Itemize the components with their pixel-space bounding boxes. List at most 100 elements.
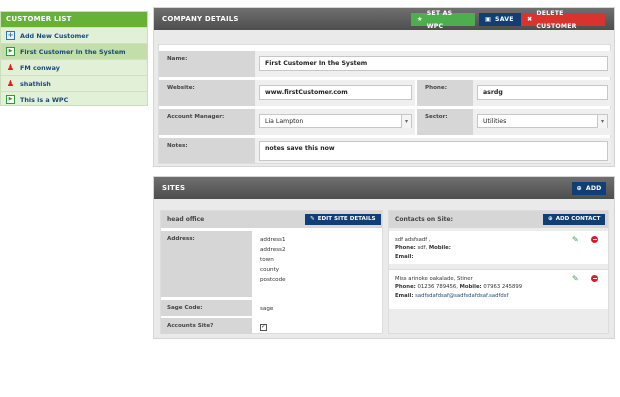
button-label: EDIT SITE DETAILS	[317, 216, 376, 222]
phone-label: Phone:	[395, 245, 416, 252]
button-label: ADD CONTACT	[555, 216, 601, 222]
accounts-site-value: ✓	[257, 318, 382, 334]
close-icon: ✖	[527, 16, 533, 23]
contact-phone-line: Phone: 01236 789456, Mobile: 07963 24589…	[395, 283, 608, 291]
edit-site-details-button[interactable]: ✎ EDIT SITE DETAILS	[305, 214, 381, 225]
mobile-label: Mobile:	[459, 284, 482, 291]
edit-contact-icon[interactable]: ✎	[572, 275, 580, 283]
contact-email-line: Email: sadfsdafdsaf@sadfsdafdsaf.sadfdsf	[395, 292, 608, 300]
site-name: head office	[167, 216, 205, 223]
add-icon: +	[6, 31, 15, 40]
sites-header: SITES ⊕ ADD	[154, 177, 614, 199]
contact-email[interactable]: sadfsdafdsaf@sadfsdafdsaf.sadfdsf	[415, 293, 508, 299]
floppy-icon: ▣	[485, 16, 492, 23]
sidebar-item-fm-conway[interactable]: ♟ FM conway	[1, 59, 147, 75]
contact-item: sdf adsfsadf , Phone: sdf, Mobile: Email…	[389, 231, 608, 264]
sage-code-value: sage	[260, 306, 274, 312]
edit-icon: ✎	[310, 216, 315, 222]
address-value: address1 address2 town county postcode	[257, 231, 382, 297]
plus-circle-icon: ⊕	[548, 216, 553, 222]
contact-email-line: Email:	[395, 253, 608, 261]
phone-label: Phone:	[395, 284, 416, 291]
sidebar-item-add-new-customer[interactable]: + Add New Customer	[1, 27, 147, 43]
sidebar-item-label: FM conway	[20, 63, 60, 72]
box-icon: ▶	[6, 95, 15, 104]
accounts-site-label: Accounts Site?	[161, 318, 252, 334]
panel-title: COMPANY DETAILS	[162, 15, 239, 23]
notes-field[interactable]: notes save this now	[259, 141, 608, 161]
contacts-card: Contacts on Site: ⊕ ADD CONTACT sdf adsf…	[388, 210, 609, 334]
sidebar-item-first-customer[interactable]: ▶ First Customer In the System	[1, 43, 147, 59]
app-root: CUSTOMER LIST + Add New Customer ▶ First…	[0, 0, 620, 397]
company-form: Name: First Customer In the System Websi…	[158, 44, 611, 164]
customer-list-title: CUSTOMER LIST	[1, 12, 147, 27]
chevron-down-icon: ▾	[597, 115, 607, 128]
address-line: postcode	[260, 277, 286, 283]
address-line: county	[260, 267, 280, 273]
contact-phone-line: Phone: sdf, Mobile:	[395, 244, 608, 252]
star-icon: ★	[417, 16, 423, 23]
select-value: Lia Lampton	[265, 118, 304, 125]
add-contact-button[interactable]: ⊕ ADD CONTACT	[543, 214, 606, 225]
sidebar-item-label: shathish	[20, 79, 51, 88]
contact-mobile: 07963 245899	[483, 284, 523, 291]
box-icon: ▶	[6, 47, 15, 56]
account-manager-label: Account Manager:	[159, 109, 255, 135]
save-button[interactable]: ▣ SAVE	[479, 13, 521, 26]
set-as-wpc-button[interactable]: ★ SET AS WPC	[411, 10, 475, 30]
sector-select[interactable]: Utilities ▾	[477, 114, 608, 128]
person-icon: ♟	[6, 78, 15, 88]
sidebar-item-label: This is a WPC	[20, 95, 69, 104]
sidebar-item-label: Add New Customer	[20, 31, 89, 40]
account-manager-select[interactable]: Lia Lampton ▾	[259, 114, 412, 128]
address-line: town	[260, 257, 274, 263]
sage-code-row: Sage Code: sage	[161, 300, 382, 316]
select-value: Utilities	[483, 118, 507, 125]
contact-phone: 01236 789456,	[417, 284, 458, 291]
add-site-button[interactable]: ⊕ ADD	[572, 182, 606, 195]
website-label: Website:	[159, 80, 255, 106]
site-card-header: head office ✎ EDIT SITE DETAILS	[161, 211, 382, 228]
sage-code-label: Sage Code:	[161, 300, 252, 316]
address-row: Address: address1 address2 town county p…	[161, 231, 382, 297]
address-line: address2	[260, 247, 286, 253]
button-label: SAVE	[495, 16, 514, 23]
company-details-panel: COMPANY DETAILS ★ SET AS WPC ▣ SAVE ✖ DE…	[153, 7, 615, 167]
delete-customer-button[interactable]: ✖ DELETE CUSTOMER	[521, 10, 605, 30]
customer-list-sidebar: CUSTOMER LIST + Add New Customer ▶ First…	[0, 11, 148, 106]
edit-contact-icon[interactable]: ✎	[572, 236, 580, 244]
site-card: head office ✎ EDIT SITE DETAILS Address:…	[160, 210, 383, 334]
contacts-header: Contacts on Site: ⊕ ADD CONTACT	[389, 211, 608, 228]
email-label: Email:	[395, 253, 414, 260]
contact-item: Miss arinoke oakalade, Stiner Phone: 012…	[389, 269, 608, 309]
accounts-site-checkbox[interactable]: ✓	[260, 323, 267, 331]
button-label: DELETE CUSTOMER	[536, 9, 577, 30]
email-label: Email:	[395, 292, 414, 299]
phone-label: Phone:	[417, 80, 473, 106]
plus-circle-icon: ⊕	[576, 185, 582, 192]
company-details-header: COMPANY DETAILS ★ SET AS WPC ▣ SAVE ✖ DE…	[154, 8, 614, 30]
person-icon: ♟	[6, 62, 15, 72]
contact-phone: sdf,	[417, 245, 428, 252]
website-field[interactable]: www.firstCustomer.com	[259, 85, 412, 100]
sector-label: Sector:	[417, 109, 473, 135]
contacts-title: Contacts on Site:	[395, 216, 453, 223]
accounts-site-row: Accounts Site? ✓	[161, 318, 382, 334]
chevron-down-icon: ▾	[401, 115, 411, 128]
delete-contact-icon[interactable]	[591, 236, 598, 243]
sites-panel: SITES ⊕ ADD head office ✎ EDIT SITE DETA…	[153, 176, 615, 339]
phone-field[interactable]: asrdg	[477, 85, 608, 100]
sidebar-item-label: First Customer In the System	[20, 47, 126, 56]
delete-contact-icon[interactable]	[591, 275, 598, 282]
sidebar-item-this-is-a-wpc[interactable]: ▶ This is a WPC	[1, 91, 147, 107]
button-label: SET AS WPC	[426, 9, 453, 30]
notes-label: Notes:	[159, 138, 255, 163]
name-label: Name:	[159, 51, 255, 77]
address-line: address1	[260, 237, 286, 243]
name-field[interactable]: First Customer In the System	[259, 56, 608, 71]
mobile-label: Mobile:	[428, 245, 451, 252]
panel-title: SITES	[162, 184, 186, 192]
sidebar-item-shathish[interactable]: ♟ shathish	[1, 75, 147, 91]
address-label: Address:	[161, 231, 252, 297]
button-label: ADD	[585, 185, 602, 192]
